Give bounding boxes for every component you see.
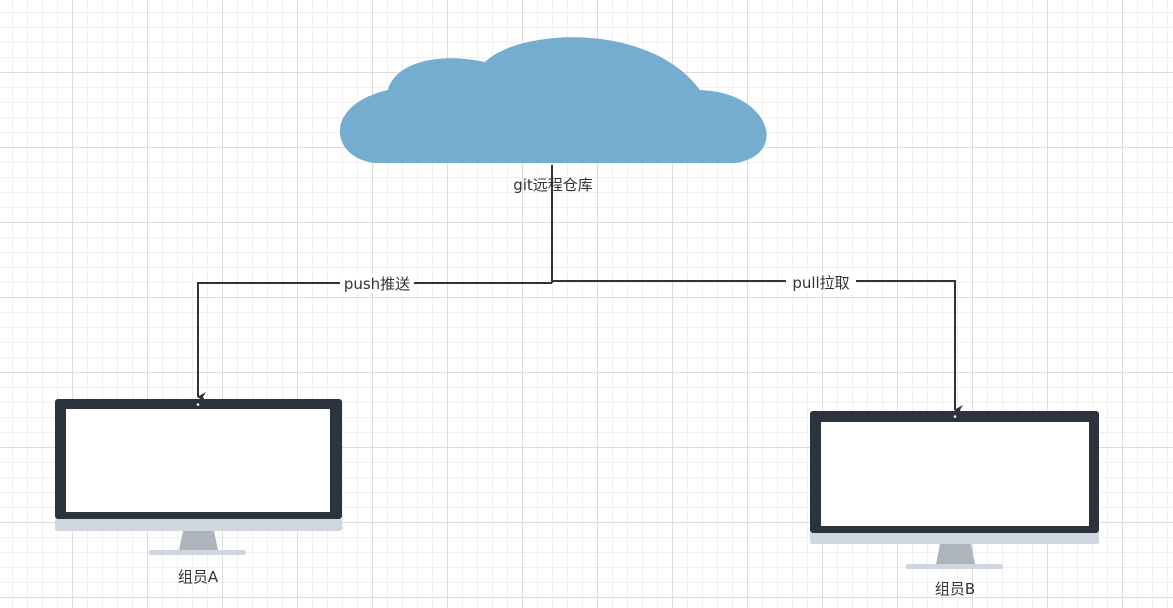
monitor-icon[interactable] bbox=[55, 399, 342, 555]
monitor-a-base bbox=[149, 550, 246, 555]
monitor-b-camera bbox=[953, 415, 957, 418]
push-arrow[interactable] bbox=[197, 282, 552, 402]
monitor-a-camera bbox=[196, 403, 200, 406]
monitor-a-stand bbox=[179, 531, 218, 550]
cloud-icon[interactable] bbox=[339, 37, 767, 163]
member-a-label: 组员A bbox=[178, 568, 219, 586]
monitor-icon[interactable] bbox=[810, 411, 1099, 569]
push-label: push推送 bbox=[344, 275, 410, 293]
monitor-a-screen bbox=[66, 409, 330, 512]
diagram-canvas: git远程仓库 push推送 pull拉取 组员A bbox=[0, 0, 1173, 608]
diagram-svg: git远程仓库 push推送 pull拉取 组员A bbox=[55, 37, 1099, 598]
member-b-label: 组员B bbox=[935, 580, 975, 598]
monitor-b-chin bbox=[810, 533, 1099, 544]
monitor-b-stand bbox=[936, 544, 975, 564]
monitor-a-chin bbox=[55, 519, 342, 531]
monitor-b-screen bbox=[821, 422, 1089, 526]
monitor-b-base bbox=[906, 564, 1003, 569]
pull-label: pull拉取 bbox=[792, 274, 849, 292]
pull-arrow[interactable] bbox=[552, 280, 963, 415]
